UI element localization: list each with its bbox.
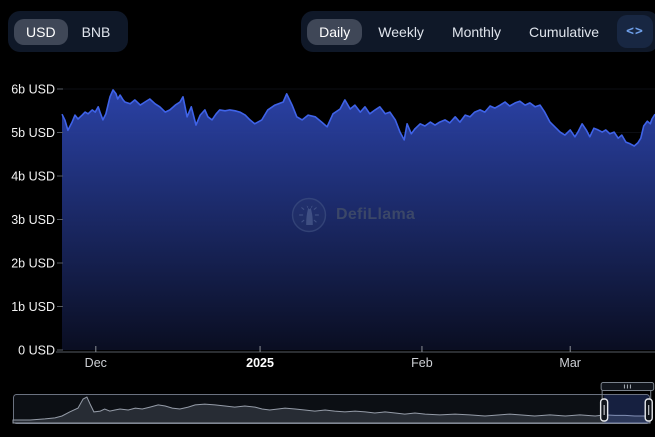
currency-toggle: USD BNB <box>8 11 128 52</box>
chart-page: 0 USD 1b USD 2b USD 3b USD 4b USD 5b USD 6b US… <box>0 0 655 437</box>
tvl-chart-canvas[interactable]: 0 USD 1b USD 2b USD 3b USD 4b USD 5b USD 6b US… <box>0 0 655 437</box>
currency-option-bnb[interactable]: BNB <box>70 19 123 45</box>
y-axis-label: 3b USD <box>11 213 55 227</box>
x-axis-label: Mar <box>559 356 581 370</box>
x-axis-label: Feb <box>411 356 433 370</box>
y-axis-label: 1b USD <box>11 300 55 314</box>
y-axis-label: 2b USD <box>11 257 55 271</box>
tab-weekly[interactable]: Weekly <box>366 19 436 45</box>
y-axis-label: 0 USD <box>18 344 55 358</box>
tab-cumulative[interactable]: Cumulative <box>517 19 611 45</box>
y-axis-label: 4b USD <box>11 170 55 184</box>
code-brackets-icon: <> <box>626 24 644 39</box>
interval-tabs: Daily Weekly Monthly Cumulative <> <box>301 11 655 52</box>
x-axis-label: 2025 <box>246 356 274 370</box>
tvl-area-fill[interactable] <box>62 90 655 350</box>
y-axis-label: 5b USD <box>11 126 55 140</box>
y-axis-label: 6b USD <box>11 83 55 97</box>
currency-option-usd[interactable]: USD <box>14 19 68 45</box>
x-axis-label: Dec <box>85 356 107 370</box>
tab-daily[interactable]: Daily <box>307 19 362 45</box>
embed-code-button[interactable]: <> <box>617 15 653 48</box>
tab-monthly[interactable]: Monthly <box>440 19 513 45</box>
navigator-selected-range[interactable] <box>604 395 649 423</box>
